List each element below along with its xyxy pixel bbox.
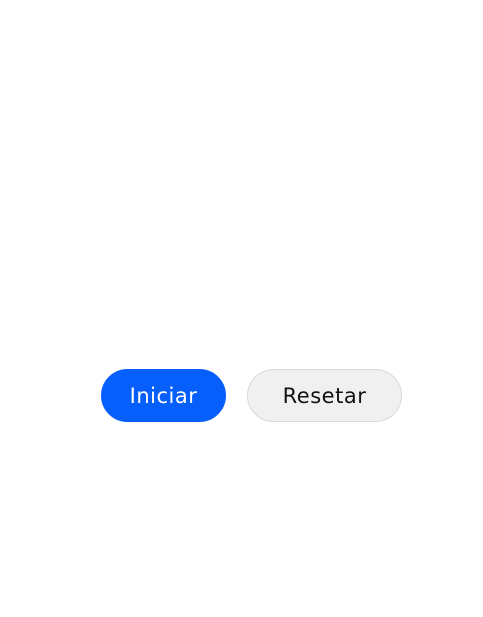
start-button[interactable]: Iniciar: [101, 369, 226, 422]
controls: Iniciar Resetar: [101, 369, 402, 422]
page: Iniciar Resetar: [0, 0, 483, 617]
reset-button[interactable]: Resetar: [247, 369, 402, 422]
